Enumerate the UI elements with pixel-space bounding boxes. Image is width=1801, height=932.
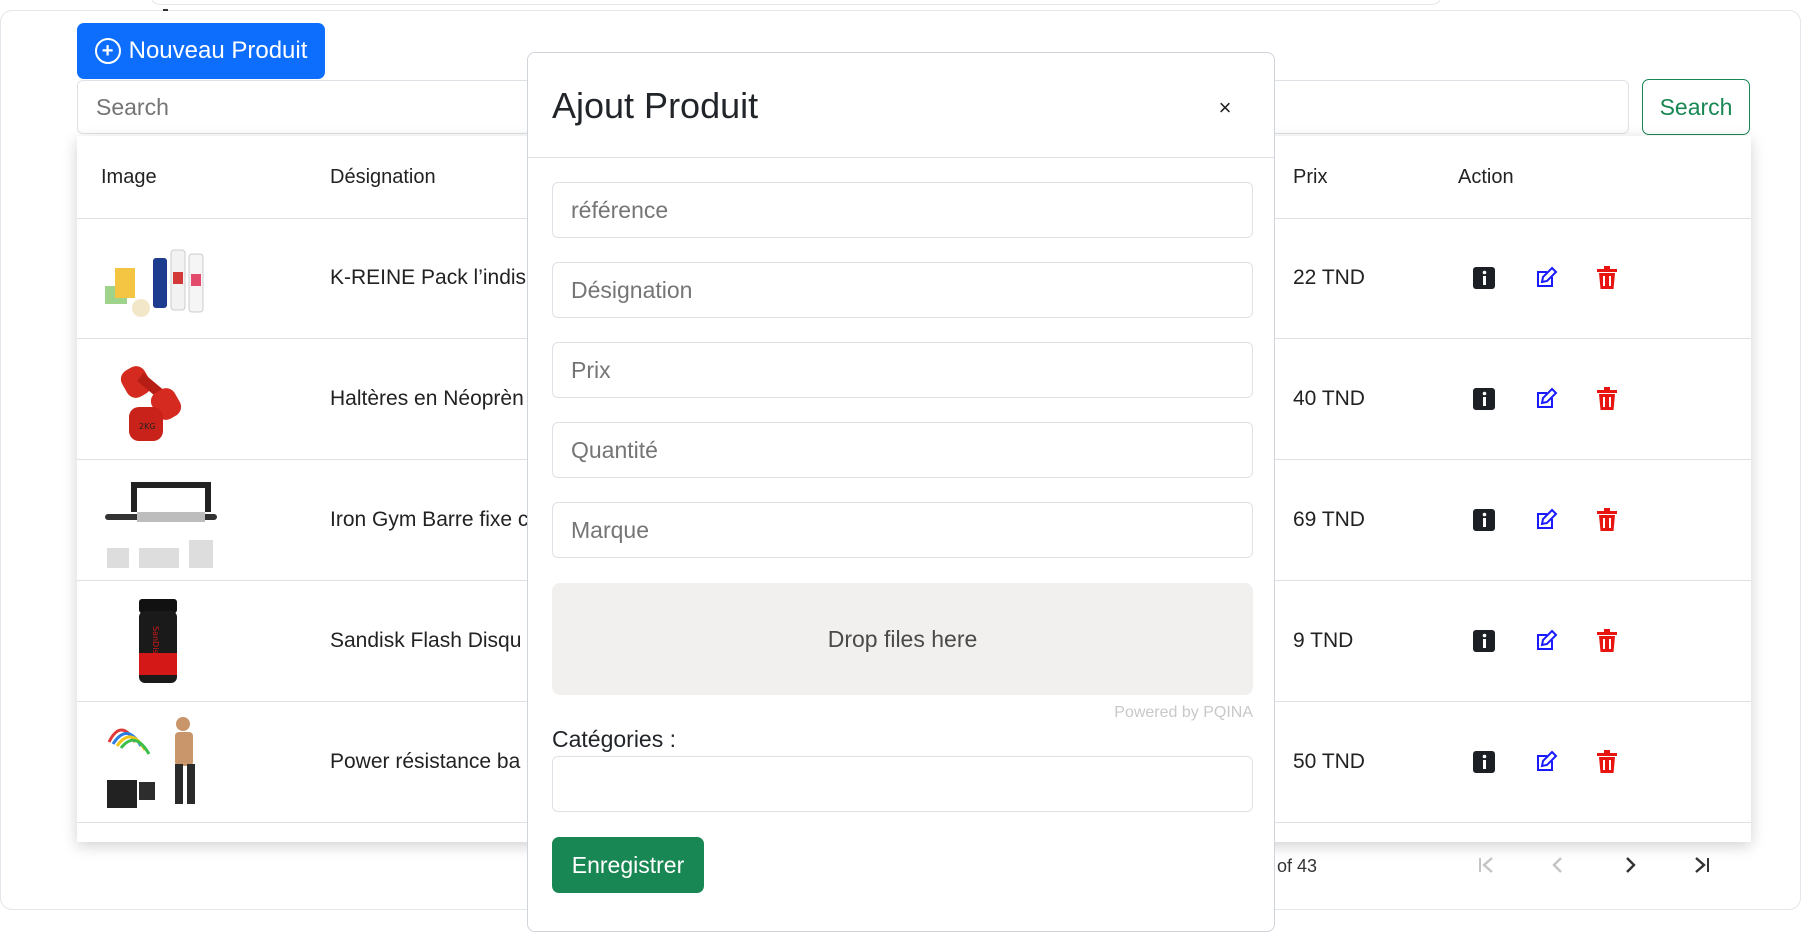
add-product-modal: Ajout Produit × Drop files here Powered … (527, 52, 1275, 932)
new-product-button[interactable]: + Nouveau Produit (77, 23, 325, 79)
price-field[interactable] (552, 342, 1253, 398)
edit-icon[interactable] (1533, 506, 1559, 534)
delete-icon[interactable] (1594, 627, 1620, 655)
save-button[interactable]: Enregistrer (552, 837, 704, 893)
header-image: Image (101, 166, 157, 188)
info-icon[interactable] (1471, 264, 1497, 292)
product-image (105, 249, 204, 317)
close-icon[interactable]: × (1210, 93, 1240, 123)
product-designation: Sandisk Flash Disqu (330, 629, 522, 652)
edit-icon[interactable] (1533, 627, 1559, 655)
search-button[interactable]: Search (1642, 79, 1750, 135)
modal-header: Ajout Produit × (528, 53, 1274, 158)
powered-by-link[interactable]: Powered by PQINA (1108, 704, 1253, 722)
edit-icon[interactable] (1533, 385, 1559, 413)
delete-icon[interactable] (1594, 385, 1620, 413)
plus-circle-icon: + (94, 38, 121, 64)
modal-title: Ajout Produit (552, 85, 759, 126)
product-price: 22 TND (1293, 266, 1365, 289)
edit-icon[interactable] (1533, 748, 1559, 776)
product-price: 9 TND (1293, 629, 1354, 652)
product-price: 50 TND (1293, 750, 1365, 773)
delete-icon[interactable] (1594, 506, 1620, 534)
product-price: 69 TND (1293, 508, 1365, 531)
previous-page-icon[interactable] (1538, 845, 1578, 885)
categories-select[interactable] (552, 756, 1253, 812)
product-designation: K-REINE Pack l’indis (330, 266, 527, 289)
info-icon[interactable] (1471, 385, 1497, 413)
delete-icon[interactable] (1594, 264, 1620, 292)
file-dropzone[interactable]: Drop files here (552, 583, 1253, 695)
reference-field[interactable] (552, 182, 1253, 238)
top-dash (163, 9, 168, 11)
delete-icon[interactable] (1594, 748, 1620, 776)
product-image (105, 482, 217, 568)
categories-label: Catégories : (552, 726, 677, 752)
header-action: Action (1458, 166, 1514, 188)
first-page-icon[interactable] (1466, 845, 1506, 885)
product-designation: Iron Gym Barre fixe c (330, 508, 529, 531)
next-page-icon[interactable] (1610, 845, 1650, 885)
last-page-icon[interactable] (1682, 845, 1722, 885)
info-icon[interactable] (1471, 506, 1497, 534)
product-image (107, 717, 195, 808)
svg-text:2KG: 2KG (139, 422, 156, 431)
svg-text:SanDisk: SanDisk (151, 626, 160, 659)
product-designation: Power résistance ba (330, 750, 521, 773)
product-image: 2KG (120, 366, 182, 441)
brand-field[interactable] (552, 502, 1253, 558)
top-strip (150, 0, 1442, 5)
product-price: 40 TND (1293, 387, 1365, 410)
info-icon[interactable] (1471, 748, 1497, 776)
info-icon[interactable] (1471, 627, 1497, 655)
product-designation: Haltères en Néoprèn (330, 387, 524, 410)
header-prix: Prix (1293, 166, 1328, 188)
new-product-label: Nouveau Produit (128, 37, 308, 64)
edit-icon[interactable] (1533, 264, 1559, 292)
designation-field[interactable] (552, 262, 1253, 318)
product-image: SanDisk (139, 599, 177, 683)
header-designation: Désignation (330, 166, 436, 188)
quantity-field[interactable] (552, 422, 1253, 478)
